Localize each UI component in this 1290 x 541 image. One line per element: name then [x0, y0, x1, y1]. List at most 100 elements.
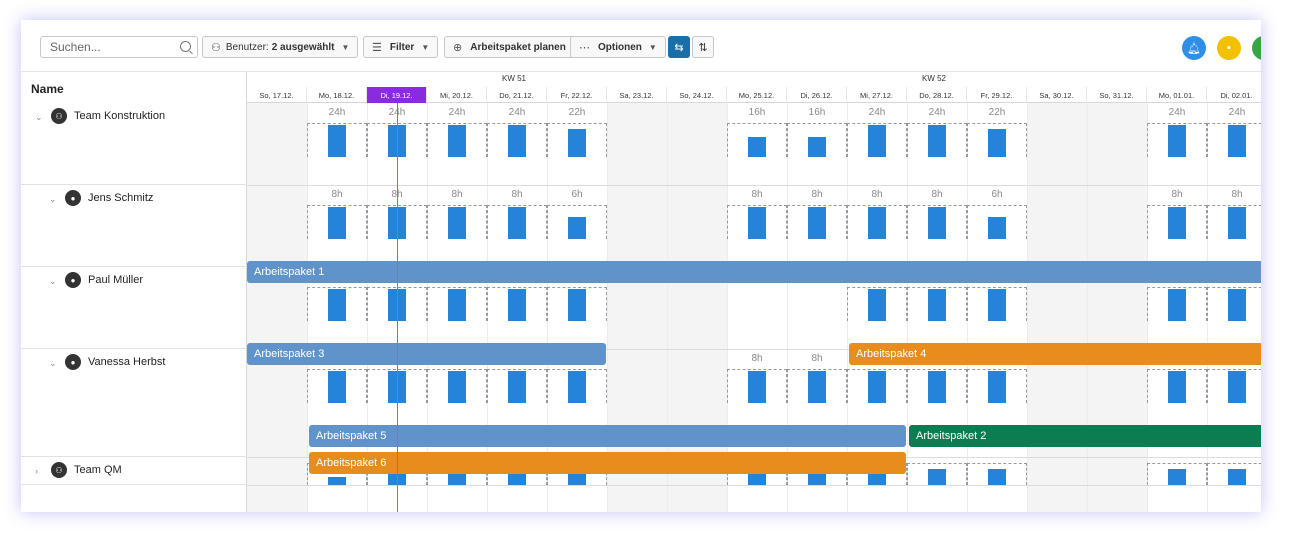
day-header-cell[interactable]: Mo, 25.12.: [727, 87, 787, 103]
work-package-bar[interactable]: Arbeitspaket 6: [309, 452, 906, 474]
capacity-bar[interactable]: [328, 371, 346, 403]
day-today[interactable]: Di, 19.12.: [367, 87, 427, 103]
options-label: Optionen: [598, 41, 642, 53]
capacity-bar[interactable]: [328, 289, 346, 321]
capacity-bar[interactable]: [928, 207, 946, 239]
day-header-cell[interactable]: So, 24.12.: [667, 87, 727, 103]
capacity-bar[interactable]: [1168, 469, 1186, 485]
user-avatar[interactable]: [1252, 36, 1261, 60]
work-package-bar[interactable]: Arbeitspaket 1: [247, 261, 1261, 283]
capacity-bar[interactable]: [1168, 125, 1186, 157]
capacity-bar[interactable]: [928, 469, 946, 485]
users-value: 2 ausgewählt: [271, 41, 335, 53]
swap-horizontal-icon[interactable]: ⇆: [668, 36, 690, 58]
capacity-bar[interactable]: [808, 207, 826, 239]
capacity-bar[interactable]: [508, 207, 526, 239]
capacity-bar[interactable]: [988, 371, 1006, 403]
capacity-bar[interactable]: [448, 289, 466, 321]
capacity-bar[interactable]: [568, 129, 586, 157]
capacity-bar[interactable]: [328, 125, 346, 157]
chevron-down-icon: ▼: [421, 42, 430, 52]
grid-line: [667, 103, 668, 512]
capacity-bar[interactable]: [928, 125, 946, 157]
capacity-bar[interactable]: [508, 371, 526, 403]
capacity-bar[interactable]: [988, 129, 1006, 157]
name-row[interactable]: ⌄ ● Paul Müller: [21, 267, 247, 349]
capacity-bar[interactable]: [508, 289, 526, 321]
day-header-cell[interactable]: Do, 28.12.: [907, 87, 967, 103]
grid-line: [727, 103, 728, 512]
capacity-bar[interactable]: [568, 217, 586, 239]
chevron-down-icon[interactable]: ⌄: [49, 358, 57, 369]
chevron-down-icon[interactable]: ⌄: [49, 194, 57, 205]
capacity-hours: 8h: [451, 189, 463, 200]
work-package-bar[interactable]: Arbeitspaket 5: [309, 425, 906, 447]
capacity-bar[interactable]: [808, 371, 826, 403]
capacity-bar[interactable]: [448, 207, 466, 239]
work-package-bar[interactable]: Arbeitspaket 3: [247, 343, 606, 365]
filter-button[interactable]: ☰ Filter ▼: [363, 36, 439, 58]
capacity-bar[interactable]: [988, 217, 1006, 239]
capacity-bar[interactable]: [928, 289, 946, 321]
day-header-cell[interactable]: Mo, 01.01.: [1147, 87, 1207, 103]
filter-icon: ☰: [372, 41, 382, 54]
chevron-down-icon[interactable]: ⌄: [49, 276, 57, 287]
capacity-bar[interactable]: [928, 371, 946, 403]
day-header-cell[interactable]: So, 31.12.: [1087, 87, 1147, 103]
capacity-bar[interactable]: [1228, 289, 1246, 321]
capacity-bar[interactable]: [328, 477, 346, 485]
capacity-bar[interactable]: [448, 371, 466, 403]
capacity-bar[interactable]: [1228, 469, 1246, 485]
name-row[interactable]: ⌄ ⚇ Team Konstruktion: [21, 103, 247, 185]
capacity-bar[interactable]: [748, 207, 766, 239]
users-filter-button[interactable]: ⚇ Benutzer: 2 ausgewählt ▼: [202, 36, 359, 58]
name-column-header: Name: [31, 82, 64, 96]
capacity-bar[interactable]: [988, 289, 1006, 321]
name-row[interactable]: ⌄ ● Vanessa Herbst: [21, 349, 247, 457]
capacity-bar[interactable]: [808, 137, 826, 157]
name-row[interactable]: ⌄ ● Jens Schmitz: [21, 185, 247, 267]
day-header-cell[interactable]: Mi, 20.12.: [427, 87, 487, 103]
options-button[interactable]: ⋯ Optionen ▼: [570, 36, 666, 58]
capacity-bar[interactable]: [1168, 207, 1186, 239]
sort-icon[interactable]: ⇅: [692, 36, 714, 58]
plan-workpackage-button[interactable]: ⊕ Arbeitspaket planen: [444, 36, 575, 58]
name-row[interactable]: › ⚇ Team QM: [21, 457, 247, 485]
work-package-bar[interactable]: Arbeitspaket 4: [849, 343, 1261, 365]
capacity-bar[interactable]: [868, 125, 886, 157]
day-header-cell[interactable]: Do, 21.12.: [487, 87, 547, 103]
day-header-cell[interactable]: Fr, 22.12.: [547, 87, 607, 103]
capacity-bar[interactable]: [328, 207, 346, 239]
capacity-bar[interactable]: [868, 371, 886, 403]
search-input[interactable]: Suchen...: [40, 36, 198, 58]
capacity-bar[interactable]: [988, 469, 1006, 485]
capacity-bar[interactable]: [508, 125, 526, 157]
capacity-bar[interactable]: [568, 371, 586, 403]
day-header-cell[interactable]: Sa, 30.12.: [1027, 87, 1087, 103]
capacity-bar[interactable]: [448, 125, 466, 157]
chevron-down-icon[interactable]: ⌄: [35, 112, 43, 123]
capacity-bar[interactable]: [868, 289, 886, 321]
work-package-bar[interactable]: Arbeitspaket 2: [909, 425, 1261, 447]
capacity-bar[interactable]: [568, 289, 586, 321]
capacity-bar[interactable]: [1228, 371, 1246, 403]
capacity-hours: 24h: [328, 107, 346, 118]
toolbar: Suchen... ⚇ Benutzer: 2 ausgewählt ▼ ☰ F…: [21, 20, 1261, 72]
chevron-right-icon[interactable]: ›: [35, 466, 38, 476]
day-header-cell[interactable]: Mo, 18.12.: [307, 87, 367, 103]
capacity-bar[interactable]: [1168, 371, 1186, 403]
capacity-bar[interactable]: [748, 371, 766, 403]
capacity-bar[interactable]: [868, 207, 886, 239]
day-header-cell[interactable]: Fr, 29.12.: [967, 87, 1027, 103]
day-header-cell[interactable]: So, 17.12.: [247, 87, 307, 103]
day-header-cell[interactable]: Di, 02.01.: [1207, 87, 1261, 103]
capacity-bar[interactable]: [1168, 289, 1186, 321]
bell-icon[interactable]: 🔔︎: [1182, 36, 1206, 60]
day-header-cell[interactable]: Sa, 23.12.: [607, 87, 667, 103]
capacity-bar[interactable]: [1228, 125, 1246, 157]
day-header-cell[interactable]: Mi, 27.12.: [847, 87, 907, 103]
note-icon[interactable]: ▪: [1217, 36, 1241, 60]
capacity-bar[interactable]: [748, 137, 766, 157]
capacity-bar[interactable]: [1228, 207, 1246, 239]
day-header-cell[interactable]: Di, 26.12.: [787, 87, 847, 103]
